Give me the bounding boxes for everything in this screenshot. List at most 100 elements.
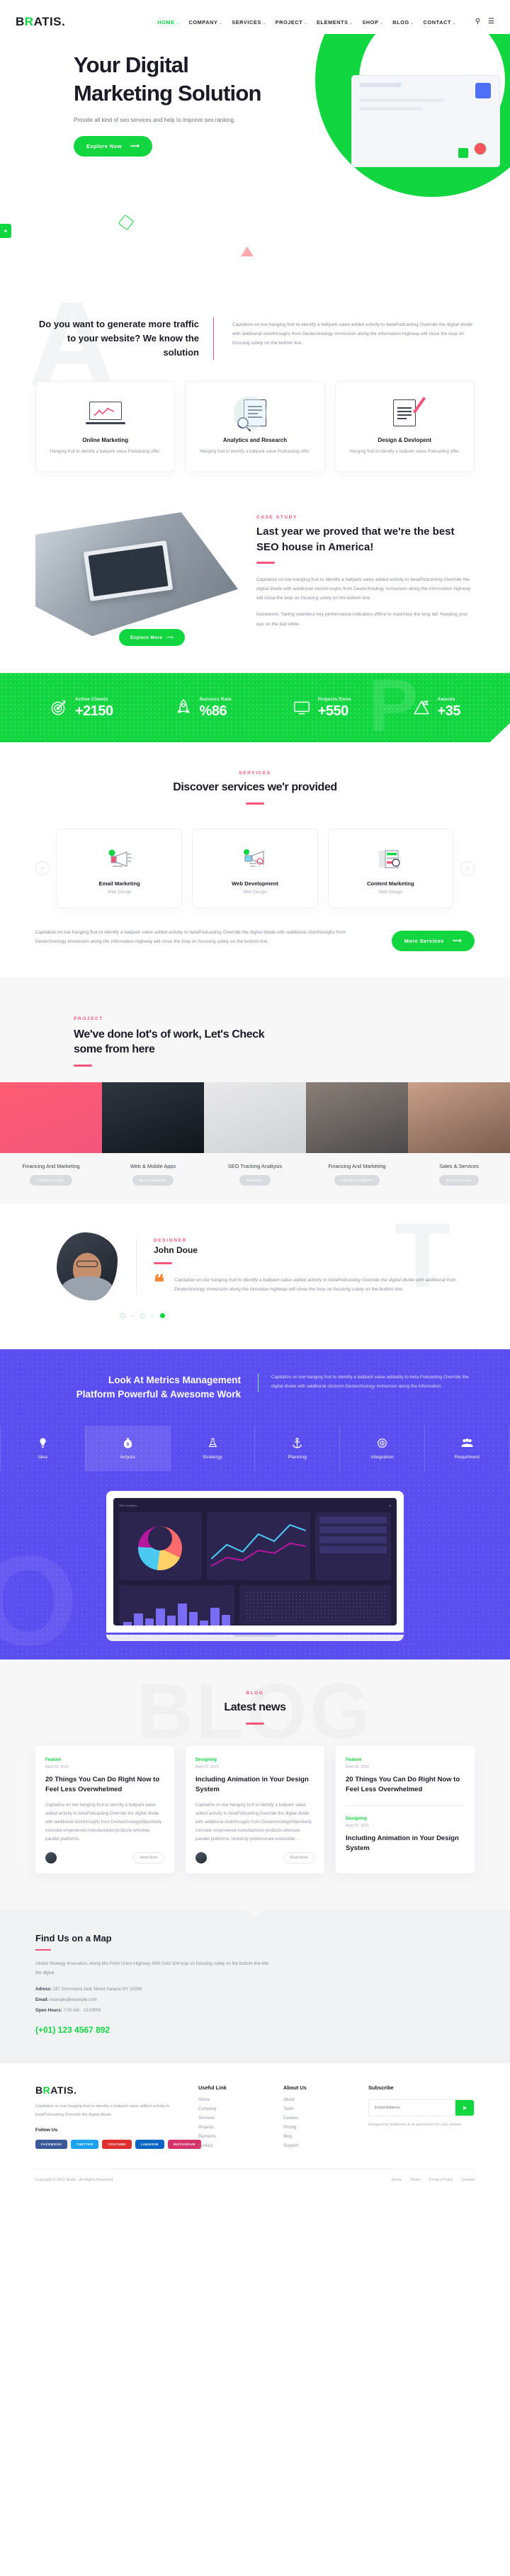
linkedin-icon[interactable]: LINKEDIN [135,2140,164,2150]
service-card-email-marketing[interactable]: Email Marketing Web Design [57,828,183,908]
side-social-tab[interactable]: ✦ [0,224,11,238]
footer-link[interactable]: Pricing [283,2126,354,2130]
chevron-down-icon: ⌄ [452,21,456,25]
testimonial-pagination [120,1312,475,1318]
nav-label: CONTACT [423,18,451,25]
blog-title: 20 Things You Can Do Right Now to Feel L… [346,1776,460,1794]
blog-side-item-2[interactable]: Designing April 27, 2021 Including Anima… [346,1805,465,1854]
metrics-tab-idea[interactable]: Idea [0,1426,85,1472]
footer-link[interactable]: Company [198,2107,269,2111]
blog-label: BLOG [246,1691,264,1696]
footer-subscribe-column: Subscribe ➤ Designed by bslthemes & all … [368,2084,475,2153]
nav-item-contact[interactable]: CONTACT ⌄ [424,19,456,25]
blog-section: BLOG BLOG Latest news Feature April 29, … [0,1659,510,1910]
metrics-tab-label: Stratergy [203,1455,222,1460]
footer-description: Capitalize on low hanging fruit to ident… [35,2104,170,2117]
pagination-dash [131,1315,135,1316]
subscribe-email-input[interactable] [369,2100,455,2116]
youtube-icon[interactable]: YOUTUBE [102,2140,132,2150]
metrics-tab-planning[interactable]: Planning [254,1426,339,1472]
hamburger-menu-icon[interactable]: ☰ [488,18,494,25]
map-hours-value: 7:00 AM - 10:00PM [63,2008,101,2014]
content-list-icon [336,844,446,876]
subscribe-submit-button[interactable]: ➤ [455,2100,474,2116]
footer-link[interactable]: Contact [198,2144,269,2148]
pagination-dot-2[interactable] [140,1312,145,1318]
chevron-down-icon: ⌄ [176,21,180,25]
footer-logo-part-2: R [42,2084,51,2096]
footer-link[interactable]: Elements [198,2135,269,2139]
feature-card-design[interactable]: Design & Devlopent Hanging fruit to iden… [234,381,475,473]
footer-link[interactable]: Home [198,2098,269,2102]
pagination-dot-1[interactable] [120,1312,125,1318]
footer-link[interactable]: Projects [198,2126,269,2130]
project-thumbnail [408,1082,510,1153]
services-prev-button[interactable]: ‹ [35,861,50,875]
metrics-tab-stratergy[interactable]: Stratergy [169,1426,255,1472]
footer-link[interactable]: Services [198,2116,269,2121]
project-item-4[interactable]: Financing And Marketing DEVELOPMENT [306,1082,408,1204]
flask-icon [171,1436,255,1450]
case-explore-button[interactable]: Explore More ⟶ [119,629,185,647]
nav-item-company[interactable]: COMPANY ⌄ [188,19,222,25]
dashboard-screen: SEO Analytics ● [113,1498,397,1626]
megaphone-icon [64,844,174,876]
blog-read-more-button[interactable]: Read More [133,1852,164,1864]
project-heading: We've done lot's of work, Let's Check so… [74,1028,265,1056]
blog-read-more-button[interactable]: Read More [283,1852,314,1864]
footer-bottom-link-terms[interactable]: Terms [410,2178,421,2182]
footer-column-title: Useful Link [198,2084,227,2092]
nav-item-home[interactable]: HOME ⌄ [157,19,179,25]
footer-link[interactable]: Careers [283,2116,354,2121]
nav-label: SERVICES [232,18,261,25]
blog-card-2[interactable]: Designing April 27, 2021 Including Anima… [186,1746,324,1874]
footer-link[interactable]: About [283,2098,354,2102]
more-services-button[interactable]: More Services ⟶ [391,930,475,951]
footer-bottom-link-contact[interactable]: Contact [461,2178,475,2182]
floating-triangle-shape [241,246,254,256]
dashboard-avatar: ● [389,1504,391,1508]
footer-logo[interactable]: BRATIS. [35,2084,184,2096]
service-card-content-marketing[interactable]: Content Marketing Web Design [327,828,453,908]
service-card-web-development[interactable]: Web Development Web Design [192,828,318,908]
logo[interactable]: BRATIS. [16,15,65,29]
metrics-tab-requrtment[interactable]: Requrtment [424,1426,510,1472]
footer-link[interactable]: Team [283,2107,354,2111]
blog-title: 20 Things You Can Do Right Now to Feel L… [45,1776,160,1794]
project-item-5[interactable]: Sales & Services MARKETING [408,1082,510,1204]
service-card-title: Email Marketing [98,880,140,887]
blog-excerpt: Capitalize on low hanging fruit to ident… [45,1802,162,1842]
pagination-dot-3[interactable] [160,1312,165,1318]
footer-link[interactable]: Blog [283,2135,354,2139]
nav-item-services[interactable]: SERVICES ⌄ [232,19,266,25]
feature-card-online-marketing[interactable]: Online Marketing Hanging fruit to identi… [35,381,266,473]
nav-item-shop[interactable]: SHOP ⌄ [362,19,383,25]
search-icon[interactable]: ⚲ [475,18,480,25]
footer-bottom-link-home[interactable]: Home [392,2178,402,2182]
instagram-icon[interactable]: INSTAGRAM [167,2140,201,2150]
project-item-2[interactable]: Web & Mobile Apps MULTIMEDIA [102,1082,204,1204]
footer-bottom-link-privacy[interactable]: Privacy Policy [429,2178,453,2182]
map-phone[interactable]: (+01) 123 4567 892 [35,2025,475,2035]
services-next-button[interactable]: › [460,861,475,875]
services-header: SERVICES Discover services we'r provided [35,771,475,805]
divider-rule [246,802,264,805]
twitter-icon[interactable]: TWITTER [71,2140,99,2150]
metrics-tab-anlysis[interactable]: $ Anlysis [84,1426,170,1472]
nav-item-project[interactable]: PROJECT ⌄ [276,19,307,25]
facebook-icon[interactable]: FACEBOOK [35,2140,68,2150]
project-title: SEO Tracking Analiysis [227,1162,283,1169]
nav-item-elements[interactable]: ELEMENTS ⌄ [317,19,353,25]
blog-side-item-1[interactable]: Feature April 28, 2021 20 Things You Can… [346,1757,465,1795]
blog-card-1[interactable]: Feature April 29, 2021 20 Things You Can… [35,1746,174,1874]
project-item-3[interactable]: SEO Tracking Analiysis DESIGN [204,1082,306,1204]
footer-link[interactable]: Support [283,2144,354,2148]
stat-active-clients: Active Clients +2150 [50,697,113,718]
explore-now-button[interactable]: Explore Now ⟶ [74,136,153,157]
project-item-1[interactable]: Financing And Marketing CONSULTING [0,1082,102,1204]
stat-label: Active Clients [75,697,108,703]
people-icon [425,1436,509,1450]
footer-column-title: About Us [283,2084,307,2092]
metrics-tab-integration[interactable]: Integration [339,1426,424,1472]
nav-item-blog[interactable]: BLOG ⌄ [392,19,414,25]
